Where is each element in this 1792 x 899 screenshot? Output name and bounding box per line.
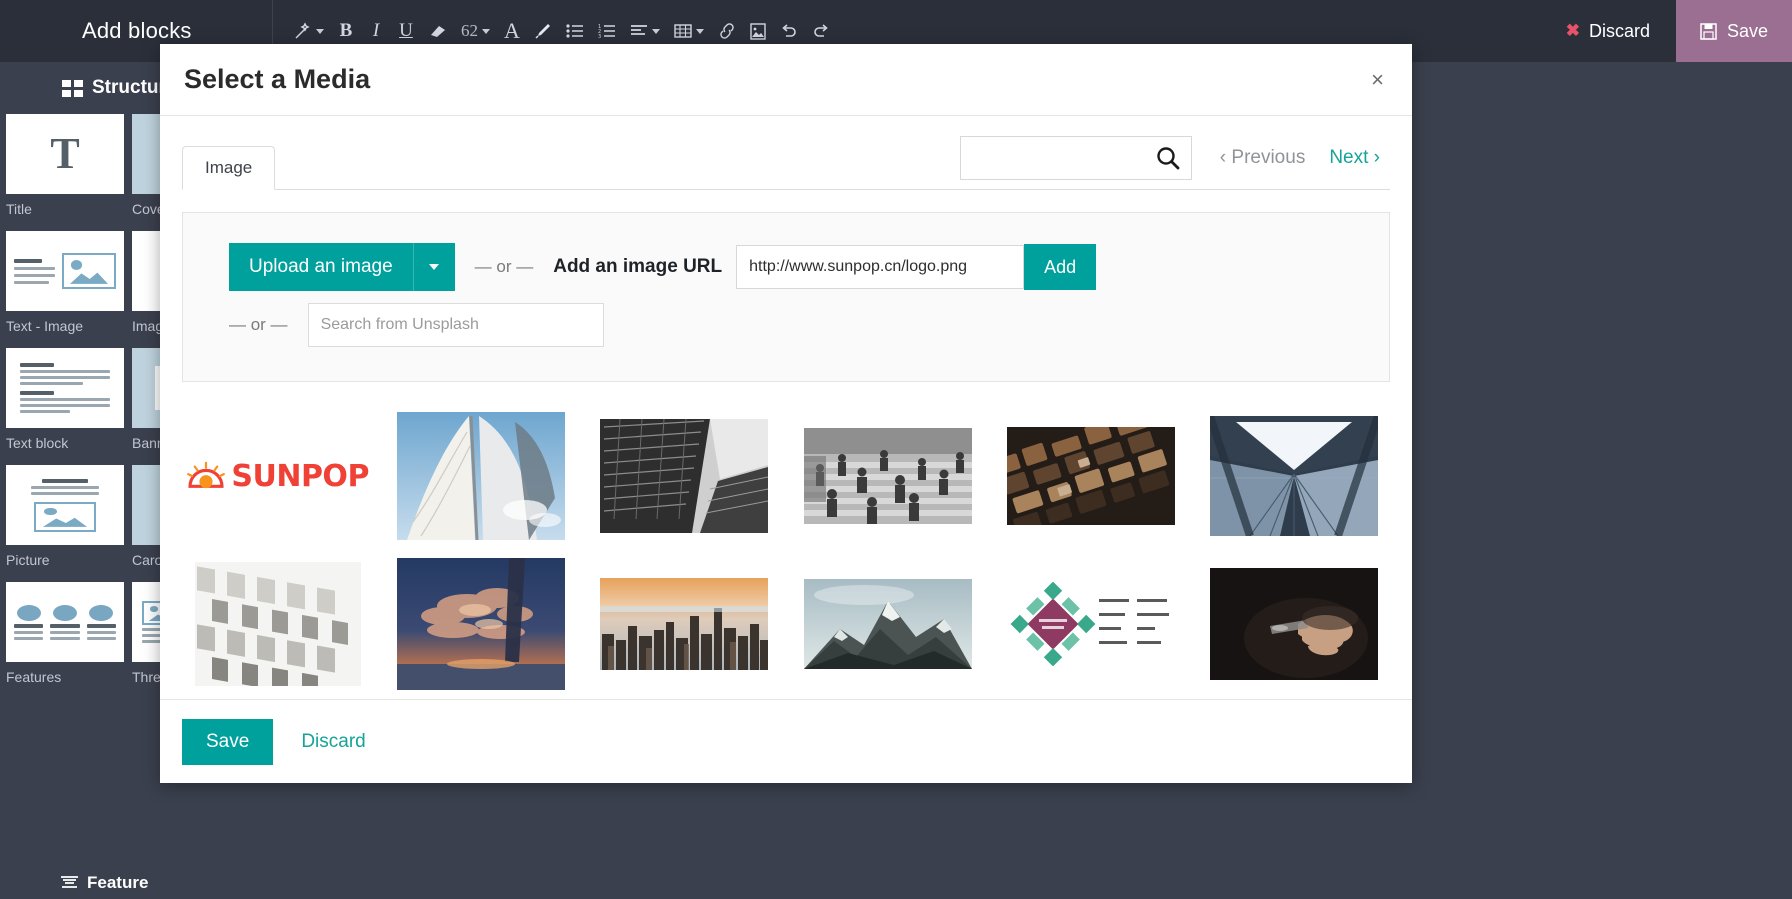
thumbnail-image bbox=[1006, 582, 1175, 666]
dialog-header: Select a Media × bbox=[160, 44, 1412, 116]
thumbnail-image bbox=[396, 558, 565, 690]
upload-an-image-button[interactable]: Upload an image bbox=[229, 243, 413, 291]
media-item-snow-mountain[interactable] bbox=[792, 554, 983, 694]
thumbnail-image bbox=[600, 578, 769, 670]
media-item-diamond-infographic[interactable] bbox=[995, 554, 1186, 694]
sunpop-logo: SUNPOP bbox=[186, 459, 369, 494]
dialog-footer: Save Discard bbox=[160, 699, 1412, 783]
media-item-white-3d-panels[interactable] bbox=[182, 554, 373, 694]
media-item-hand-phone-dark[interactable] bbox=[1199, 554, 1390, 694]
thumbnail-image bbox=[1006, 427, 1175, 525]
search-input[interactable] bbox=[970, 148, 1155, 168]
thumbnail-image bbox=[396, 412, 565, 540]
search-icon[interactable] bbox=[1155, 145, 1181, 171]
image-url-input[interactable] bbox=[736, 245, 1025, 289]
media-gallery: SUNPOP bbox=[160, 382, 1412, 699]
media-item-crowd-stairs-bw[interactable] bbox=[792, 406, 983, 546]
upload-panel: Upload an image — or — Add an image URL … bbox=[182, 212, 1390, 382]
dialog-body: Image ‹ Previous Next › Upload an image … bbox=[160, 116, 1412, 699]
media-item-sunset-clouds-sea[interactable] bbox=[385, 554, 576, 694]
previous-page-button[interactable]: ‹ Previous bbox=[1210, 141, 1316, 175]
thumbnail-image bbox=[1210, 416, 1379, 536]
next-label: Next bbox=[1329, 147, 1369, 168]
upload-dropdown-toggle[interactable] bbox=[412, 243, 455, 291]
pager: ‹ Previous Next › bbox=[1192, 141, 1390, 175]
image-url-label: Add an image URL bbox=[553, 256, 723, 277]
thumbnail-image bbox=[1210, 568, 1379, 680]
tab-image[interactable]: Image bbox=[182, 146, 276, 190]
upload-row-primary: Upload an image — or — Add an image URL … bbox=[229, 243, 1343, 291]
search-and-pager: ‹ Previous Next › bbox=[959, 136, 1390, 190]
media-item-building-facade-bw[interactable] bbox=[589, 406, 780, 546]
unsplash-search-input[interactable] bbox=[307, 303, 604, 347]
media-item-city-skyline-dusk[interactable] bbox=[589, 554, 780, 694]
or-separator: — or — bbox=[474, 257, 534, 276]
media-item-sailboat-sail[interactable] bbox=[385, 406, 576, 546]
dialog-title: Select a Media bbox=[184, 64, 371, 94]
media-item-wooden-type-blocks[interactable] bbox=[995, 406, 1186, 546]
next-page-button[interactable]: Next › bbox=[1319, 141, 1390, 175]
add-url-button[interactable]: Add bbox=[1024, 244, 1097, 290]
select-media-dialog: Select a Media × Image ‹ Previous Next ›… bbox=[160, 44, 1412, 783]
sunpop-wordmark: SUNPOP bbox=[231, 458, 369, 494]
previous-label: Previous bbox=[1231, 147, 1306, 168]
thumbnail-image bbox=[803, 428, 972, 524]
dialog-save-button[interactable]: Save bbox=[182, 718, 274, 765]
thumbnail-image bbox=[803, 579, 972, 669]
search-box[interactable] bbox=[959, 136, 1192, 180]
upload-row-unsplash: — or — bbox=[229, 303, 1343, 347]
sun-icon bbox=[187, 461, 226, 489]
thumbnail-image bbox=[194, 562, 361, 686]
thumbnail-image bbox=[600, 419, 769, 533]
tabs-row: Image ‹ Previous Next › bbox=[160, 116, 1412, 190]
or-separator: — or — bbox=[229, 315, 288, 334]
screen: Sunpop 咨询与实施并重 快速个性化开发 全面开源 可控的成本 Struct… bbox=[0, 0, 1792, 899]
media-item-glass-ceiling-atrium[interactable] bbox=[1199, 406, 1390, 546]
dialog-discard-button[interactable]: Discard bbox=[287, 721, 379, 763]
chevron-down-icon bbox=[429, 264, 440, 270]
media-item-sunpop-logo[interactable]: SUNPOP bbox=[182, 406, 373, 546]
close-icon[interactable]: × bbox=[1365, 65, 1390, 95]
